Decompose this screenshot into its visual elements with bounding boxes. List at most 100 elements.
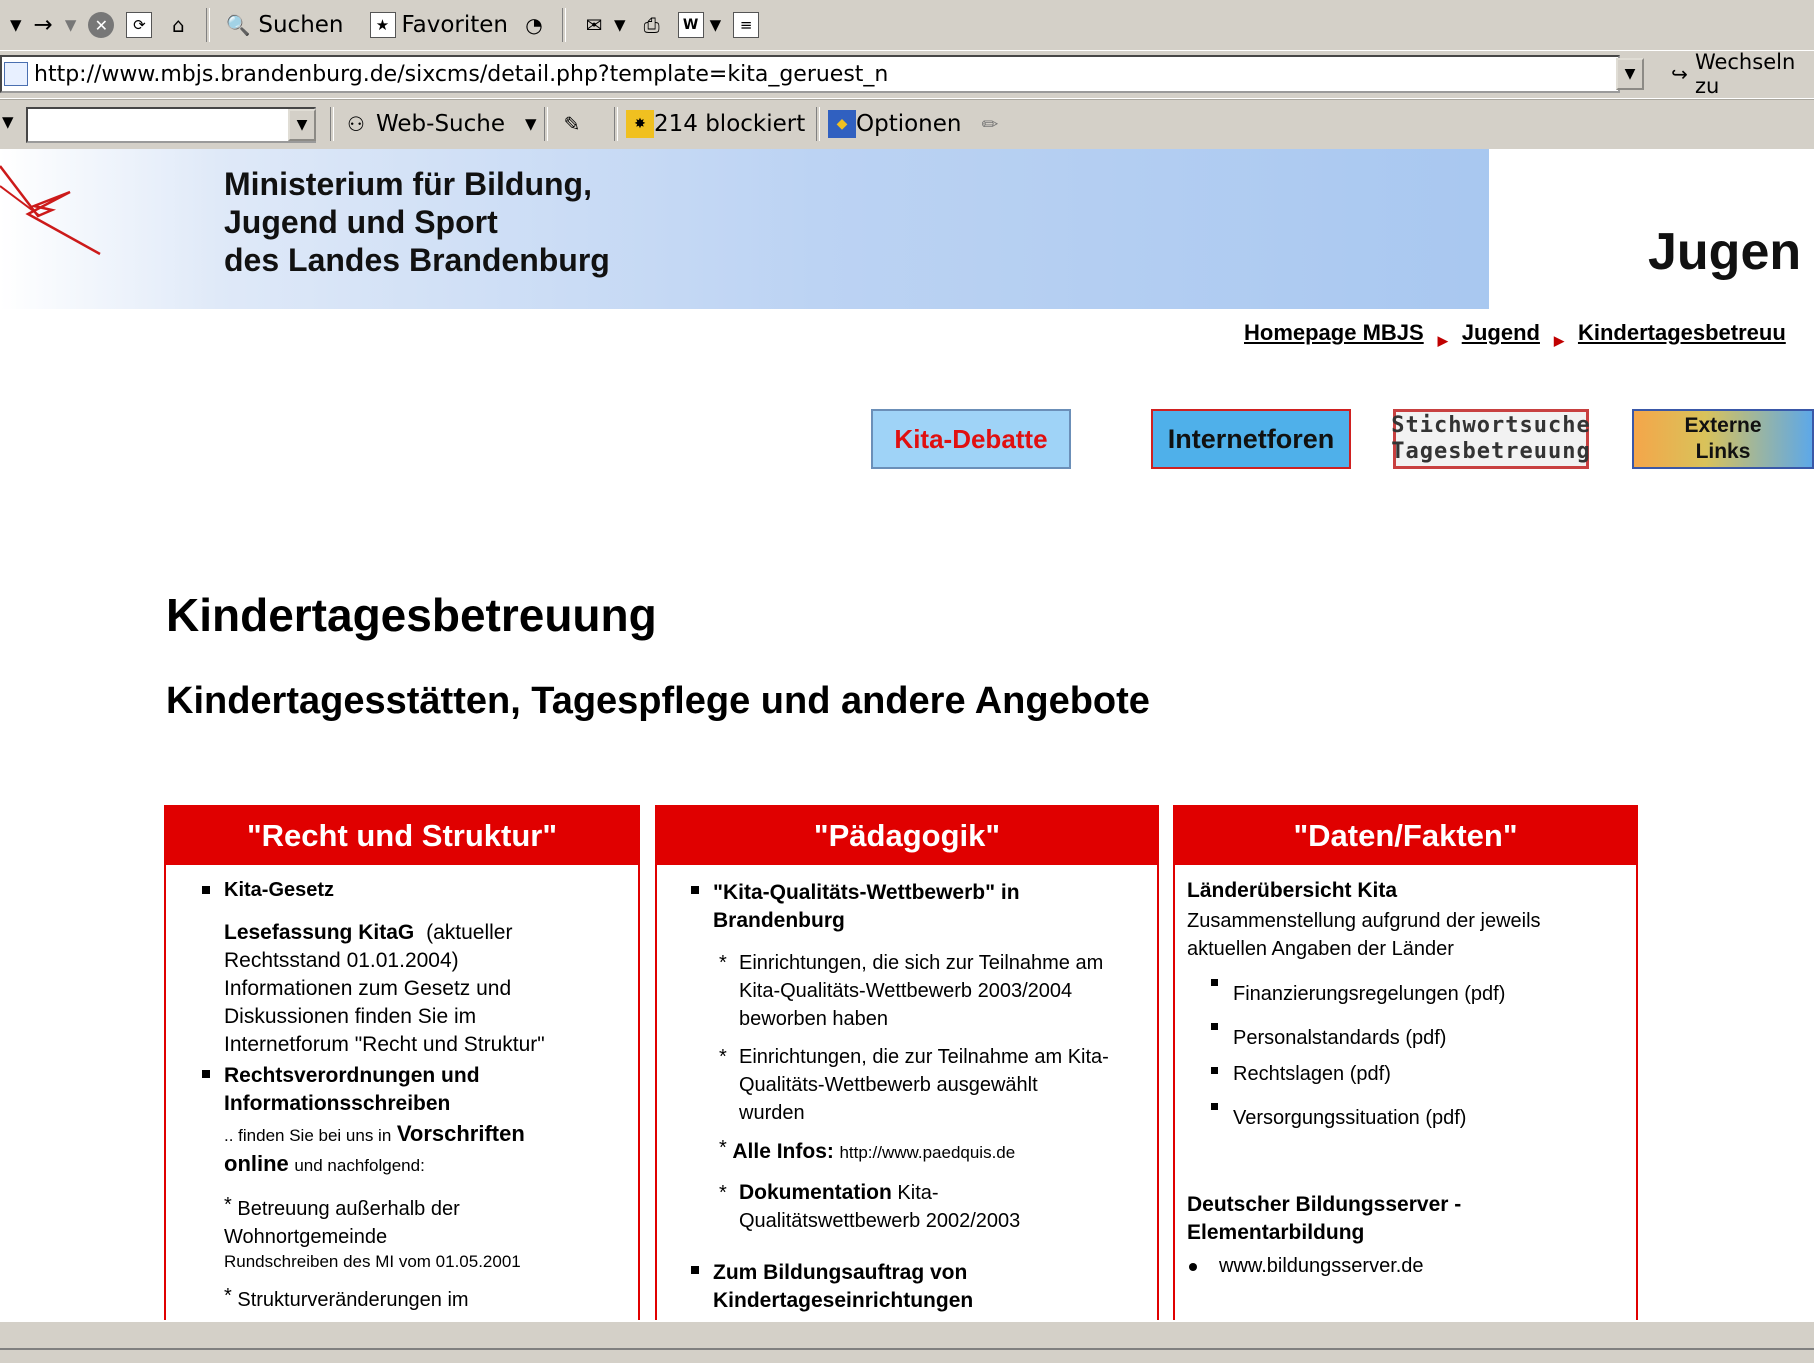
info-text-1: Informationen zum Gesetz und (224, 977, 512, 1000)
section-title: Jugen (1648, 223, 1802, 281)
ministry-line-1: Ministerium für Bildung, (224, 166, 592, 202)
websuche-label: Web-Suche (376, 111, 505, 137)
mail-icon: ✉ (585, 13, 603, 37)
bullet-icon (1211, 1067, 1218, 1074)
versorgungssituation-link[interactable]: Versorgungssituation (pdf) (1233, 1107, 1466, 1130)
home-button[interactable]: ⌂ (158, 6, 198, 44)
breadcrumb-jugend-link[interactable]: Jugend (1462, 320, 1540, 345)
einrichtungen-2-line-1: Einrichtungen, die zur Teilnahme am Kita… (739, 1046, 1109, 1068)
asterisk-icon: * (224, 1194, 232, 1216)
breadcrumb-homepage-link[interactable]: Homepage MBJS (1244, 320, 1424, 345)
favorites-button[interactable]: ★ Favoriten (364, 6, 515, 44)
toolbar-divider (816, 107, 820, 141)
address-input[interactable]: http://www.mbjs.brandenburg.de/sixcms/de… (0, 55, 1620, 93)
back-dropdown-icon[interactable]: ▾ (0, 6, 28, 44)
breadcrumb-kita-link[interactable]: Kindertagesbetreuu (1578, 320, 1786, 345)
qualitaets-wettbewerb-link[interactable]: "Kita-Qualitäts-Wettbewerb" in Brandenbu… (713, 879, 1020, 935)
standard-toolbar: ▾ → ▾ ✕ ⟳ ⌂ 🔍 Suchen ★ Favoriten ◔ ✉ ▾ ⎙ … (0, 0, 1814, 51)
struktur-line[interactable]: * Strukturveränderungen im (224, 1285, 469, 1312)
forward-button[interactable]: → (28, 6, 59, 44)
pencil-button[interactable]: ✏ (970, 105, 1010, 143)
address-url: http://www.mbjs.brandenburg.de/sixcms/de… (34, 61, 889, 87)
toolbar-menu-icon[interactable]: ▾ (2, 109, 14, 135)
paedquis-link[interactable]: http://www.paedquis.de (839, 1143, 1015, 1162)
history-icon: ◔ (525, 13, 543, 37)
kita-gesetz-link[interactable]: Kita-Gesetz (224, 879, 334, 902)
kita-debatte-button[interactable]: Kita-Debatte (871, 409, 1071, 469)
stichwortsuche-line-1: Stichwortsuche (1391, 413, 1591, 438)
vorschriften-block: .. finden Sie bei uns in Vorschriften on… (224, 1120, 624, 1180)
ministry-line-3: des Landes Brandenburg (224, 242, 610, 278)
lesefassung-line: Lesefassung KitaG (aktueller (224, 919, 624, 947)
finanzierungsregelungen-link[interactable]: Finanzierungsregelungen (pdf) (1233, 983, 1505, 1006)
einrichtungen-ausgewaehlt-item[interactable]: * Einrichtungen, die zur Teilnahme am Ki… (719, 1043, 1109, 1127)
search-button[interactable]: 🔍 Suchen (218, 6, 349, 44)
popup-blocker-icon: ✸ (626, 110, 654, 138)
page-subtitle: Kindertagesstätten, Tagespflege und ande… (166, 680, 1150, 722)
discuss-button[interactable]: ≡ (727, 6, 765, 44)
rechtsverordnungen-link[interactable]: Rechtsverordnungen und Informationsschre… (224, 1062, 480, 1118)
status-bar (0, 1320, 1814, 1363)
websearch-input[interactable] (26, 107, 316, 143)
search-icon: 🔍 (225, 13, 251, 37)
websearch-dropdown-button[interactable]: ▼ (288, 109, 316, 141)
betreuung-line-2[interactable]: Wohnortgemeinde (224, 1223, 624, 1251)
einrichtungen-1-line-1: Einrichtungen, die sich zur Teilnahme am (739, 952, 1104, 974)
personalstandards-link[interactable]: Personalstandards (pdf) (1233, 1027, 1446, 1050)
dokumentation-item[interactable]: * Dokumentation Kita- Qualitätswettbewer… (719, 1179, 1020, 1235)
highlight-button[interactable]: ✎ (552, 105, 592, 143)
bildungsauftrag-link[interactable]: Zum Bildungsauftrag von Kindertageseinri… (713, 1259, 973, 1315)
edit-button[interactable]: W ▾ (672, 6, 728, 44)
einrichtungen-2-line-2: Qualitäts-Wettbewerb ausgewählt (739, 1074, 1038, 1096)
address-dropdown-button[interactable]: ▼ (1616, 58, 1644, 90)
betreuung-line-1[interactable]: * Betreuung außerhalb der (224, 1191, 624, 1223)
zusammenstellung-line-2: aktuellen Angaben der Länder (1187, 938, 1454, 960)
bullet-icon (691, 1266, 699, 1274)
favorites-icon: ★ (369, 12, 396, 38)
popup-blocker-button[interactable]: ✸ 214 blockiert (620, 105, 811, 143)
bildungsserver-heading[interactable]: Deutscher Bildungsserver - Elementarbild… (1187, 1191, 1461, 1247)
options-button[interactable]: ◆ Optionen (822, 105, 968, 143)
bullet-icon (691, 886, 699, 894)
dokumentation-label: Dokumentation (739, 1181, 892, 1204)
finden-text: .. finden Sie bei uns in (224, 1126, 392, 1145)
forward-dropdown-icon[interactable]: ▾ (59, 6, 83, 44)
websuche-button[interactable]: ⚇ Web-Suche ▾ (336, 105, 543, 143)
stop-button[interactable]: ✕ (82, 6, 120, 44)
lesefassung-link[interactable]: Lesefassung KitaG (224, 921, 414, 944)
mail-button[interactable]: ✉ ▾ (574, 6, 632, 44)
breadcrumb: Homepage MBJS ▶ Jugend ▶ Kindertagesbetreuu (1244, 320, 1786, 349)
history-button[interactable]: ◔ (514, 6, 554, 44)
go-label: Wechseln zu (1694, 50, 1796, 98)
document-icon: ≡ (733, 12, 760, 38)
blocked-label: 214 blockiert (654, 111, 806, 137)
stichwortsuche-button[interactable]: Stichwortsuche Tagesbetreuung (1391, 409, 1591, 469)
externe-links-line-1: Externe (1684, 414, 1762, 437)
asterisk-icon: * (719, 1046, 727, 1068)
go-button[interactable]: ↪ Wechseln zu (1664, 50, 1814, 98)
einrichtungen-1-line-2: Kita-Qualitäts-Wettbewerb 2003/2004 (739, 980, 1073, 1002)
bildungsserver-link[interactable]: www.bildungsserver.de (1219, 1255, 1424, 1278)
externe-links-button[interactable]: Externe Links (1632, 409, 1814, 469)
print-button[interactable]: ⎙ (632, 6, 672, 44)
rechtslagen-link[interactable]: Rechtslagen (pdf) (1233, 1063, 1391, 1086)
refresh-button[interactable]: ⟳ (120, 6, 158, 44)
bullet-icon (1211, 979, 1218, 986)
toolbar-divider (544, 107, 548, 141)
einrichtungen-beworben-item[interactable]: * Einrichtungen, die sich zur Teilnahme … (719, 949, 1103, 1033)
online-link[interactable]: online (224, 1151, 289, 1176)
betreuung-block: * Betreuung außerhalb der Wohnortgemeind… (224, 1191, 624, 1273)
wettbewerb-line-2: Brandenburg (713, 909, 845, 932)
internetforen-button[interactable]: Internetforen (1151, 409, 1351, 469)
info-text-3[interactable]: Internetforum "Recht und Struktur" (224, 1031, 624, 1059)
stichwortsuche-line-2: Tagesbetreuung (1391, 439, 1591, 464)
refresh-icon: ⟳ (126, 12, 153, 38)
paedagogik-header: "Pädagogik" (657, 807, 1157, 865)
alle-infos-item: * Alle Infos: http://www.paedquis.de (719, 1137, 1015, 1164)
struktur-text: Strukturveränderungen im (237, 1289, 469, 1311)
vorschriften-online-link[interactable]: Vorschriften (397, 1121, 525, 1146)
paedagogik-panel: "Pädagogik" "Kita-Qualitäts-Wettbewerb" … (655, 805, 1159, 1320)
laenderuebersicht-link[interactable]: Länderübersicht Kita (1187, 879, 1397, 903)
print-icon: ⎙ (643, 13, 660, 37)
zusammenstellung-text: Zusammenstellung aufgrund der jeweils ak… (1187, 907, 1541, 963)
